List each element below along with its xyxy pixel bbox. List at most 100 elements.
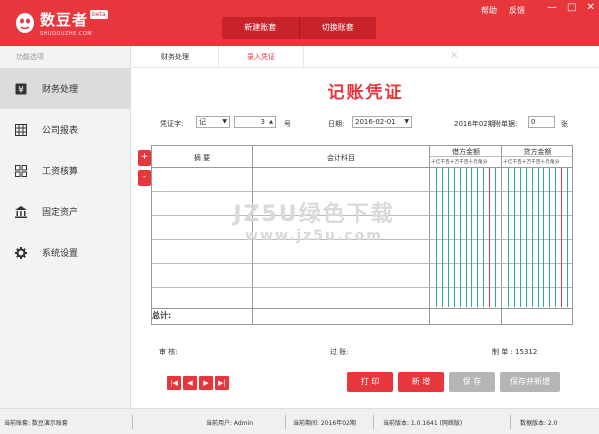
- help-link[interactable]: 帮助: [481, 5, 497, 16]
- status-data-version: 数据版本: 2.0: [520, 420, 558, 427]
- svg-text:¥: ¥: [18, 85, 24, 95]
- status-divider: [510, 415, 511, 429]
- status-account-set: 当前账套: 数豆演示账套: [4, 420, 68, 427]
- table-row[interactable]: [152, 287, 572, 288]
- status-period: 当前期间: 2016年02期: [293, 420, 356, 427]
- amount-digit-line: [435, 168, 437, 307]
- app-logo: 数豆者 beta SHUDOUZHE.COM: [10, 6, 130, 42]
- header-links: 帮助 反馈: [481, 5, 525, 16]
- amount-digit-line: [507, 168, 509, 307]
- voucher-nav: |◀ ◀ ▶ ▶|: [167, 376, 229, 390]
- sidebar-item-label: 固定资产: [42, 208, 79, 218]
- new-account-set-button[interactable]: 新建账套: [222, 17, 299, 39]
- feedback-link[interactable]: 反馈: [509, 5, 525, 16]
- amount-digit-line: [519, 168, 521, 307]
- sidebar-item-payroll[interactable]: 工资核算: [0, 150, 130, 191]
- amount-digit-line: [543, 168, 545, 307]
- app-subtitle: SHUDOUZHE.COM: [40, 31, 93, 37]
- voucher-title: 记账凭证: [327, 83, 404, 103]
- window-controls: — □ ✕: [547, 2, 595, 13]
- amount-digit-line: [453, 168, 455, 307]
- gear-icon: [14, 246, 28, 260]
- maximize-icon[interactable]: □: [567, 2, 576, 13]
- table-row[interactable]: [152, 191, 572, 192]
- watermark-line2: www.jz5u.com: [245, 228, 383, 244]
- close-icon[interactable]: ✕: [586, 2, 594, 13]
- remove-row-button[interactable]: -: [138, 170, 151, 186]
- amount-digit-line: [537, 168, 539, 307]
- col-divider: [429, 146, 430, 324]
- table-row[interactable]: [152, 263, 572, 264]
- attach-count-input[interactable]: 0: [528, 116, 555, 128]
- sidebar-item-label: 工资核算: [42, 167, 79, 177]
- sidebar-item-fixed-assets[interactable]: 固定资产: [0, 191, 130, 232]
- watermark: JZ5U绿色下载 www.jz5u.com: [214, 196, 414, 244]
- amount-digit-line: [477, 168, 479, 307]
- header-bottom-line: [152, 167, 572, 168]
- minimize-icon[interactable]: —: [547, 2, 557, 13]
- tab-finance[interactable]: 财务处理: [132, 46, 218, 67]
- period-label: 2016年02期: [454, 120, 495, 128]
- amount-digit-line: [441, 168, 443, 307]
- grid-icon: [14, 164, 28, 178]
- attach-count-value: 0: [531, 118, 536, 126]
- next-record-button[interactable]: ▶: [199, 376, 213, 390]
- date-picker[interactable]: 2016-02-01 ▼: [352, 116, 412, 128]
- voucher-number-stepper[interactable]: 3 ▲: [234, 116, 276, 128]
- first-record-button[interactable]: |◀: [167, 376, 181, 390]
- voucher-word-select[interactable]: 记 ▼: [196, 116, 230, 128]
- yen-icon: ¥: [14, 82, 28, 96]
- amount-digit-line: [567, 168, 569, 307]
- chevron-down-icon: ▼: [404, 118, 409, 125]
- add-row-button[interactable]: +: [138, 150, 151, 166]
- sidebar-item-reports[interactable]: 公司报表: [0, 109, 130, 150]
- table-icon: [14, 123, 28, 137]
- amount-digit-line: [531, 168, 533, 307]
- watermark-line1: JZ5U绿色下载: [233, 202, 395, 227]
- prev-record-button[interactable]: ◀: [183, 376, 197, 390]
- save-button[interactable]: 保 存: [449, 372, 495, 392]
- last-record-button[interactable]: ▶|: [215, 376, 229, 390]
- amount-digit-line: [471, 168, 473, 307]
- sidebar-item-settings[interactable]: 系统设置: [0, 232, 130, 273]
- header-split-line: [430, 156, 573, 157]
- sidebar-item-finance[interactable]: ¥ 财务处理: [0, 68, 130, 109]
- voucher-number-value: 3: [260, 118, 265, 126]
- date-label: 日期:: [328, 120, 345, 128]
- spin-icon[interactable]: ▲: [269, 117, 273, 127]
- credit-digit-header: 十亿千百十万千百十元角分: [503, 160, 560, 165]
- save-and-new-button[interactable]: 保存并新增: [500, 372, 560, 392]
- amount-digit-line: [549, 168, 551, 307]
- add-new-button[interactable]: 新 增: [398, 372, 444, 392]
- status-divider: [285, 415, 286, 429]
- beta-badge: beta: [90, 10, 108, 19]
- print-button[interactable]: 打 印: [347, 372, 393, 392]
- amount-digit-line: [465, 168, 467, 307]
- sidebar: 功能选项 ¥ 财务处理 公司报表 工资核算 固定资产 系统设置: [0, 46, 131, 408]
- voucher-number-suffix: 号: [284, 120, 291, 128]
- amount-digit-line: [525, 168, 527, 307]
- tab-voucher-entry[interactable]: 录入凭证: [218, 46, 304, 67]
- app-header: 数豆者 beta SHUDOUZHE.COM 新建账套 切换账套 帮助 反馈 —…: [0, 0, 599, 46]
- amount-digit-line: [459, 168, 461, 307]
- bank-icon: [14, 205, 28, 219]
- attach-label: 附单据:: [494, 120, 518, 128]
- sidebar-item-label: 财务处理: [42, 85, 79, 95]
- tab-close-icon[interactable]: ×: [450, 50, 458, 61]
- attach-suffix: 张: [561, 120, 568, 128]
- sidebar-title: 功能选项: [16, 53, 44, 61]
- total-label: 总计:: [152, 311, 172, 320]
- switch-account-set-button[interactable]: 切换账套: [298, 17, 377, 39]
- review-label: 审 核:: [159, 348, 178, 356]
- amount-digit-line: [447, 168, 449, 307]
- sidebar-item-label: 公司报表: [42, 126, 79, 136]
- sidebar-item-label: 系统设置: [42, 249, 79, 259]
- date-value: 2016-02-01: [355, 118, 396, 126]
- col-divider: [501, 146, 502, 324]
- total-row-line: [152, 308, 572, 309]
- col-account-header: 会计科目: [327, 154, 355, 162]
- voucher-word-value: 记: [199, 118, 206, 126]
- amount-digit-line: [555, 168, 557, 307]
- status-bar: 当前账套: 数豆演示账套 当前用户: Admin 当前期间: 2016年02期 …: [0, 408, 599, 434]
- amount-digit-line: [483, 168, 485, 307]
